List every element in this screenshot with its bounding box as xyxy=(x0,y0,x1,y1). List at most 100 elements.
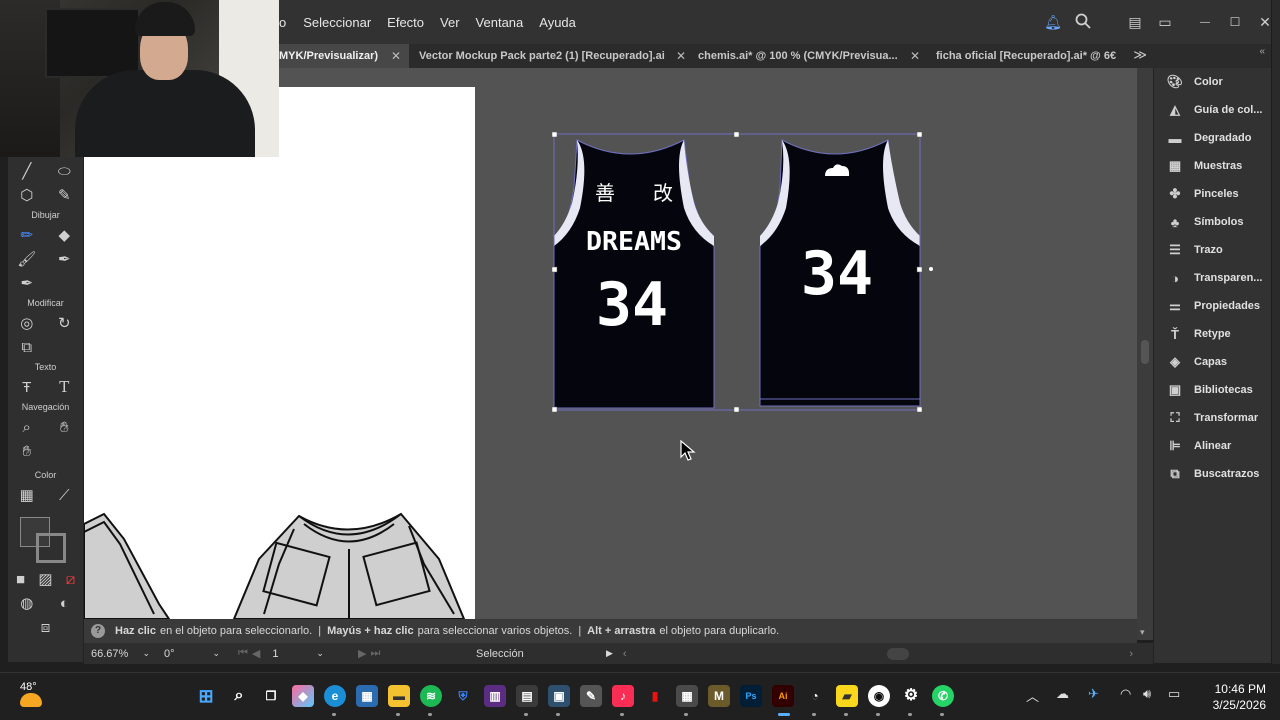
rotate-view-icon[interactable]: ✋︎ xyxy=(12,443,42,460)
app-icon-4[interactable]: ✎ xyxy=(580,685,602,707)
vpn-icon[interactable]: ✈ xyxy=(1088,686,1099,702)
menu-item-objeto[interactable]: o xyxy=(279,15,286,30)
shape-builder-icon[interactable]: ⧉ xyxy=(12,339,42,356)
menu-item-seleccionar[interactable]: Seleccionar xyxy=(303,15,371,30)
tab-document-4[interactable]: ficha oficial [Recuperado].ai* @ 6€ xyxy=(926,44,1126,68)
blob-brush-icon[interactable]: ✎ xyxy=(49,186,79,204)
battery-icon[interactable]: ▭ xyxy=(1168,686,1180,702)
bell-icon[interactable]: 🔔︎ xyxy=(1038,14,1068,31)
panel-symbols[interactable]: ♣ Símbolos xyxy=(1154,208,1271,236)
wifi-icon[interactable]: ◠ xyxy=(1120,686,1131,702)
rotate-tool-icon[interactable]: ↻ xyxy=(49,314,79,332)
whatsapp-icon[interactable]: ✆ xyxy=(932,685,954,707)
draw-mode-icon[interactable]: ◍ xyxy=(12,594,42,612)
fill-stroke-swatch[interactable] xyxy=(16,511,83,567)
panel-pathfinder[interactable]: ⧉ Buscatrazos xyxy=(1154,460,1271,488)
maximize-icon[interactable]: ☐ xyxy=(1220,15,1250,29)
pencil-tool-icon[interactable]: ✏︎ xyxy=(12,226,42,244)
polygon-tool-icon[interactable]: ⬡ xyxy=(12,186,42,204)
arrange-icon[interactable]: ▤ xyxy=(1120,14,1150,31)
copilot-icon[interactable]: ◆ xyxy=(292,685,314,707)
width-tool-icon[interactable]: ◎ xyxy=(12,314,42,332)
obs-icon[interactable]: ◉ xyxy=(868,685,890,707)
close-icon[interactable]: ✕ xyxy=(391,49,401,63)
app-icon-3[interactable]: ▣ xyxy=(548,685,570,707)
panel-swatches[interactable]: ▦ Muestras xyxy=(1154,152,1271,180)
type-tool-icon[interactable]: T xyxy=(49,378,79,396)
panel-libraries[interactable]: ▣ Bibliotecas xyxy=(1154,376,1271,404)
rotation-select[interactable]: 0° ⌄ xyxy=(156,648,226,660)
panel-transparency[interactable]: ◑ Transparen... xyxy=(1154,264,1271,292)
store-icon[interactable]: ▦ xyxy=(356,685,378,707)
tray-chevron-icon[interactable]: ︿ xyxy=(1026,686,1039,705)
tabs-overflow-icon[interactable]: ≫ xyxy=(1133,47,1147,63)
screen-mode-icon[interactable]: ◐ xyxy=(49,595,79,612)
artboard[interactable] xyxy=(84,87,475,619)
zoom-tool-icon[interactable]: ⌕ xyxy=(12,419,42,436)
curvature-tool-icon[interactable]: ✒︎ xyxy=(12,274,42,292)
scroll-right-icon[interactable]: › xyxy=(1129,648,1133,660)
artboard-nav[interactable]: ⏮ ◀ 1 ⌄ xyxy=(226,647,346,660)
search-icon[interactable] xyxy=(1068,13,1098,32)
panel-retype[interactable]: Ť Retype xyxy=(1154,320,1271,348)
last-artboard-icon[interactable]: ⏭ xyxy=(370,647,384,660)
first-artboard-icon[interactable]: ⏮ xyxy=(238,647,252,660)
volume-icon[interactable]: 🔊︎ xyxy=(1143,686,1151,702)
panel-gradient[interactable]: ▬ Degradado xyxy=(1154,124,1271,152)
settings-icon[interactable]: ⚙ xyxy=(900,685,922,707)
panel-brushes[interactable]: ✤ Pinceles xyxy=(1154,180,1271,208)
close-icon[interactable]: ✕ xyxy=(910,49,920,63)
prev-artboard-icon[interactable]: ◀ xyxy=(252,647,264,660)
next-artboard-icon[interactable]: ▶ xyxy=(358,647,370,660)
app-icon-2[interactable]: ▤ xyxy=(516,685,538,707)
jersey-number-back[interactable]: 34 xyxy=(801,239,873,309)
artboard-number[interactable]: 1 xyxy=(272,648,316,660)
start-icon[interactable]: ⊞ xyxy=(195,685,217,707)
fill-color-icon[interactable]: ■ xyxy=(8,571,33,588)
panel-color[interactable]: 🎨︎ Color xyxy=(1154,68,1271,96)
menu-item-ver[interactable]: Ver xyxy=(440,15,460,30)
file-explorer-icon[interactable]: ▬ xyxy=(388,685,410,707)
tab-document-1[interactable]: MYK/Previsualizar) ✕ xyxy=(279,44,409,68)
jersey-front[interactable]: 善 改 DREAMS 34 xyxy=(553,139,715,409)
task-view-icon[interactable]: ❐ xyxy=(260,685,282,707)
menu-item-ventana[interactable]: Ventana xyxy=(476,15,524,30)
technical-sketch[interactable] xyxy=(84,504,475,619)
weather-icon[interactable] xyxy=(20,693,42,707)
app-icon-1[interactable]: ▥ xyxy=(484,685,506,707)
panel-properties[interactable]: ⚌ Propiedades xyxy=(1154,292,1271,320)
jersey-back[interactable]: 34 xyxy=(759,139,921,407)
collapse-panels-icon[interactable]: « xyxy=(1259,46,1265,57)
paintbrush-tool-icon[interactable]: 🖌︎ xyxy=(12,250,42,268)
panel-stroke[interactable]: ☰ Trazo xyxy=(1154,236,1271,264)
panel-layers[interactable]: ◈ Capas xyxy=(1154,348,1271,376)
pen-tool-icon[interactable]: ✒︎ xyxy=(49,250,79,268)
panel-transform[interactable]: ⛶ Transformar xyxy=(1154,404,1271,432)
minimize-icon[interactable]: — xyxy=(1190,17,1220,28)
gradient-tool-icon[interactable]: ▦ xyxy=(12,486,42,504)
horizontal-scrollbar[interactable] xyxy=(886,647,909,660)
change-screen-mode-icon[interactable]: ⧈ xyxy=(31,619,61,636)
scroll-left-icon[interactable]: ‹ xyxy=(623,648,627,660)
onedrive-icon[interactable]: ☁ xyxy=(1056,686,1069,702)
menu-item-efecto[interactable]: Efecto xyxy=(387,15,424,30)
weather-temp[interactable]: 48° xyxy=(20,681,37,693)
app-icon-6[interactable]: M xyxy=(708,685,730,707)
chevron-down-icon[interactable]: ⌄ xyxy=(316,648,328,659)
panel-align[interactable]: ⊫ Alinear xyxy=(1154,432,1271,460)
gradient-fill-icon[interactable]: ▨ xyxy=(33,570,58,588)
vertical-scrollbar[interactable]: ▾ xyxy=(1137,68,1153,640)
shield-icon[interactable]: ⛨ xyxy=(452,685,474,707)
close-icon[interactable]: ✕ xyxy=(676,49,686,63)
edge-icon[interactable]: e xyxy=(324,685,346,707)
jersey-kanji-left[interactable]: 善 xyxy=(595,181,615,205)
music-icon[interactable]: ♪ xyxy=(612,685,634,707)
jersey-name[interactable]: DREAMS xyxy=(586,227,682,257)
status-menu-icon[interactable]: ▶ xyxy=(606,648,613,659)
clock[interactable]: 10:46 PM 3/25/2026 xyxy=(1213,681,1266,713)
ellipse-tool-icon[interactable]: ⬭ xyxy=(49,163,79,180)
spotify-icon[interactable]: ≋ xyxy=(420,685,442,707)
zoom-select[interactable]: 66.67% ⌄ xyxy=(84,648,156,660)
type-on-path-icon[interactable]: Ŧ xyxy=(12,379,42,396)
hand-tool-icon[interactable]: ✋︎ xyxy=(49,419,79,436)
